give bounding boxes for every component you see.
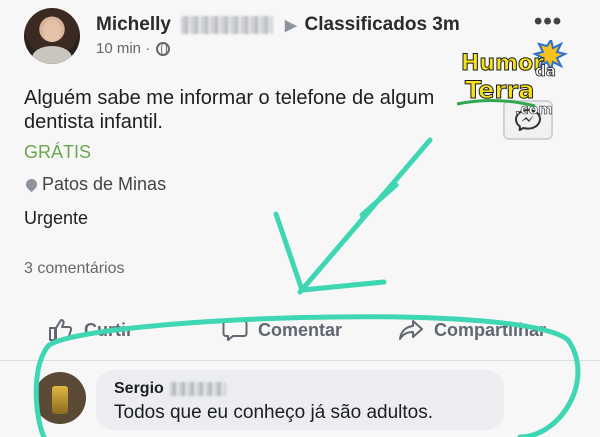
author-surname-blurred <box>180 16 273 34</box>
comments-count[interactable]: 3 comentários <box>24 260 125 278</box>
pin-icon <box>23 176 40 193</box>
globe-icon <box>156 41 171 56</box>
annotation-arrow-shaft <box>297 137 433 295</box>
comment-icon <box>222 320 248 341</box>
arrow-right-icon: ▶ <box>284 17 297 34</box>
divider <box>0 360 600 361</box>
logo-word-da: da <box>535 62 556 80</box>
commenter-avatar[interactable] <box>34 372 86 424</box>
annotation-arrowhead <box>273 211 387 293</box>
comment-bubble: Sergio Todos que eu conheço já são adult… <box>96 370 504 430</box>
share-icon <box>399 320 423 340</box>
comment-button[interactable]: Comentar <box>222 318 342 342</box>
avatar-beer-glass <box>52 386 68 414</box>
post-time[interactable]: 10 min · <box>96 40 150 57</box>
post-meta: 10 min · <box>96 40 171 57</box>
avatar-shirt <box>32 46 72 64</box>
group-name[interactable]: Classificados 3m <box>305 14 460 36</box>
share-label: Compartilhar <box>434 319 547 340</box>
action-bar: Curtir Comentar Compartilhar <box>0 312 600 352</box>
comment-label: Comentar <box>258 319 343 340</box>
post-price: GRÁTIS <box>24 142 92 162</box>
post-status: Urgente <box>24 208 89 228</box>
post-location: Patos de Minas <box>23 174 167 195</box>
location-text: Patos de Minas <box>42 174 167 194</box>
share-button[interactable]: Compartilhar <box>398 318 546 342</box>
post-text: Alguém sabe me informar o telefone de al… <box>24 87 435 133</box>
like-icon <box>49 319 73 341</box>
avatar-face <box>43 20 61 42</box>
commenter-surname-blurred <box>169 382 226 396</box>
humor-da-terra-logo: Humor da Terra .com <box>456 40 568 118</box>
annotation-arrow-shaft-2 <box>359 182 399 218</box>
more-options-icon[interactable]: ••• <box>534 8 562 36</box>
author-avatar[interactable] <box>24 8 80 64</box>
author-name[interactable]: Michelly <box>96 14 171 36</box>
commenter-name-line: Sergio <box>114 380 226 398</box>
commenter-name[interactable]: Sergio <box>114 380 164 398</box>
logo-word-humor: Humor <box>461 51 544 76</box>
post-header: Michelly ▶ Classificados 3m <box>96 12 460 38</box>
comment-text: Todos que eu conheço já são adultos. <box>114 402 434 423</box>
like-label: Curtir <box>84 319 133 340</box>
like-button[interactable]: Curtir <box>48 318 133 342</box>
post-card: Michelly ▶ Classificados 3m 10 min · •••… <box>0 0 600 437</box>
